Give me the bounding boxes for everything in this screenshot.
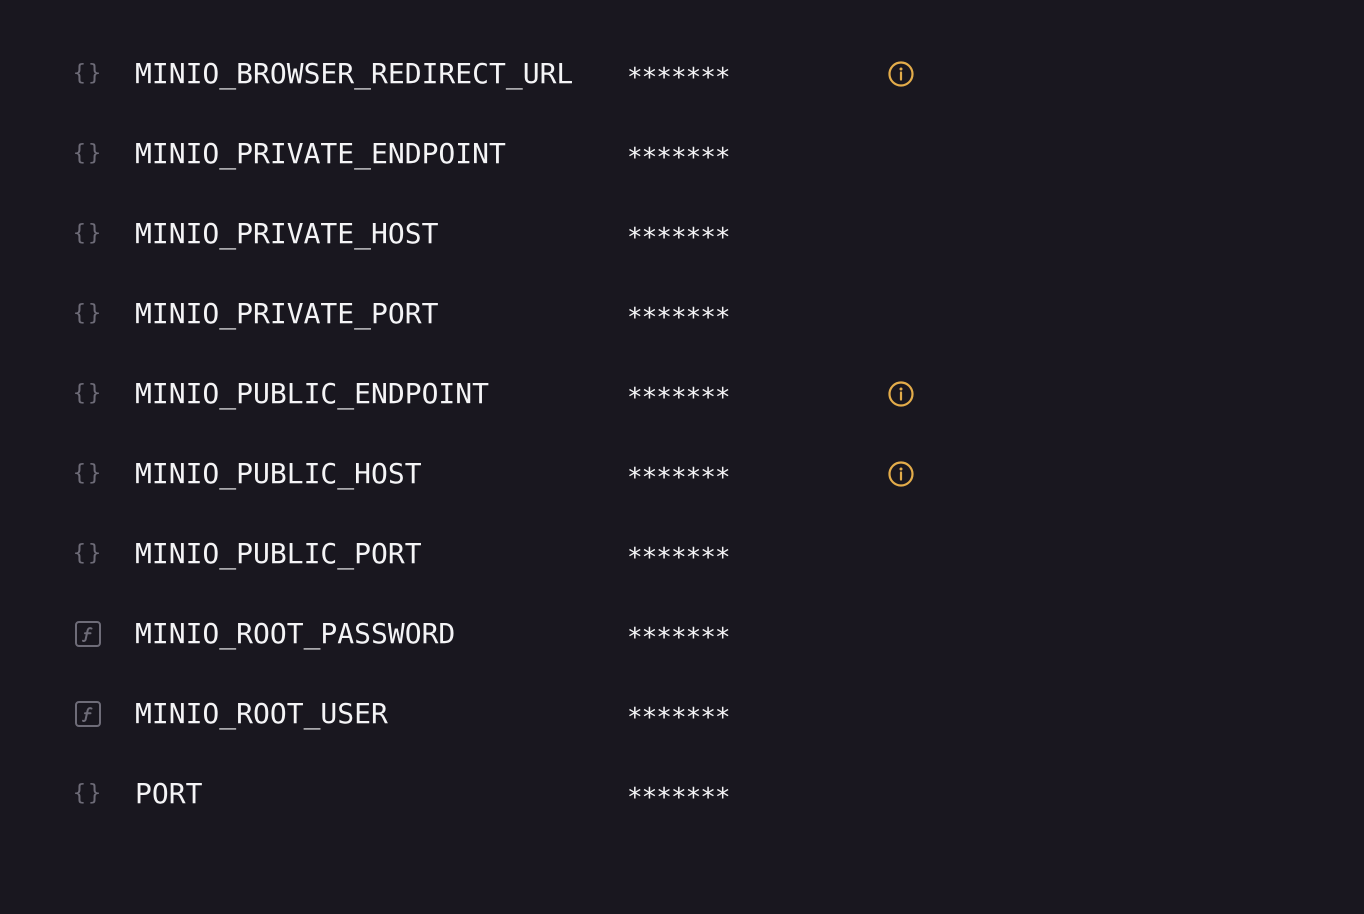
braces-icon: {} [72, 541, 104, 566]
variable-value-masked[interactable]: ******* [627, 140, 731, 176]
variable-name: MINIO_PUBLIC_PORT [135, 537, 422, 570]
variable-row[interactable]: {} MINIO_BROWSER_REDIRECT_URL ******* [0, 34, 1364, 114]
variable-value-masked[interactable]: ******* [627, 460, 731, 496]
variable-row[interactable]: {} MINIO_PUBLIC_HOST ******* [0, 434, 1364, 514]
braces-icon: {} [72, 461, 104, 486]
variable-row[interactable]: {} MINIO_PUBLIC_ENDPOINT ******* [0, 354, 1364, 434]
variable-name: MINIO_PRIVATE_PORT [135, 297, 439, 330]
variable-row[interactable]: {} MINIO_PRIVATE_PORT ******* [0, 274, 1364, 354]
info-icon[interactable] [887, 460, 915, 488]
braces-icon: {} [72, 221, 104, 246]
variable-value-masked[interactable]: ******* [627, 780, 731, 816]
variable-name: MINIO_BROWSER_REDIRECT_URL [135, 57, 574, 90]
variable-row[interactable]: {} MINIO_PRIVATE_HOST ******* [0, 194, 1364, 274]
variable-value-masked[interactable]: ******* [627, 300, 731, 336]
braces-icon: {} [72, 381, 104, 406]
braces-icon: {} [72, 781, 104, 806]
variable-name: MINIO_ROOT_PASSWORD [135, 617, 456, 650]
variable-name: PORT [135, 777, 203, 810]
variable-value-masked[interactable]: ******* [627, 380, 731, 416]
variable-value-masked[interactable]: ******* [627, 220, 731, 256]
braces-icon: {} [72, 141, 104, 166]
variable-row[interactable]: MINIO_ROOT_USER ******* [0, 674, 1364, 754]
info-icon[interactable] [887, 60, 915, 88]
variable-name: MINIO_PRIVATE_HOST [135, 217, 439, 250]
variable-row[interactable]: {} MINIO_PUBLIC_PORT ******* [0, 514, 1364, 594]
variable-value-masked[interactable]: ******* [627, 620, 731, 656]
variable-name: MINIO_ROOT_USER [135, 697, 388, 730]
variable-row[interactable]: {} MINIO_PRIVATE_ENDPOINT ******* [0, 114, 1364, 194]
variable-value-masked[interactable]: ******* [627, 540, 731, 576]
function-icon [73, 620, 103, 648]
variable-name: MINIO_PRIVATE_ENDPOINT [135, 137, 506, 170]
braces-icon: {} [72, 61, 104, 86]
variable-value-masked[interactable]: ******* [627, 700, 731, 736]
variable-value-masked[interactable]: ******* [627, 60, 731, 96]
variables-list: {} MINIO_BROWSER_REDIRECT_URL ******* {} MIN… [0, 34, 1364, 834]
variable-row[interactable]: MINIO_ROOT_PASSWORD ******* [0, 594, 1364, 674]
variable-name: MINIO_PUBLIC_ENDPOINT [135, 377, 490, 410]
function-icon [73, 700, 103, 728]
braces-icon: {} [72, 301, 104, 326]
variable-name: MINIO_PUBLIC_HOST [135, 457, 422, 490]
info-icon[interactable] [887, 380, 915, 408]
variable-row[interactable]: {} PORT ******* [0, 754, 1364, 834]
